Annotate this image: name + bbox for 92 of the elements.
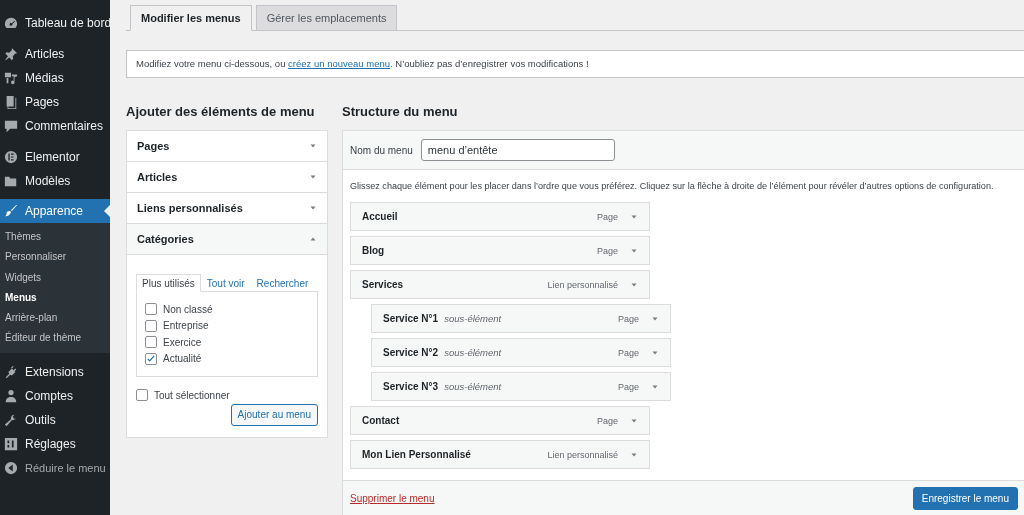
menu-item-title: Services	[362, 279, 404, 290]
pin-icon	[4, 47, 18, 61]
instructions-text: Glissez chaque élément pour les placer dans l’ordre que vous préférez. Cliquez sur la flèche à droite de l’élément pour révéler d’autres options de configuration.	[350, 180, 995, 192]
menu-item-type: Lien personnalisé	[547, 449, 618, 460]
circle-e-icon	[4, 150, 18, 164]
folder-icon	[4, 174, 18, 188]
section-heading: Structure du menu	[342, 103, 459, 121]
sidebar-item[interactable]: Elementor	[0, 145, 110, 169]
submenu-item[interactable]: Menus	[0, 287, 110, 309]
menu-item-title: Service N°3	[383, 381, 439, 392]
menu-item-type: Page	[617, 313, 639, 324]
accordion-header[interactable]: Catégories	[127, 224, 327, 255]
submenu-item[interactable]: Widgets	[0, 267, 110, 288]
menu-item-title: Service N°2	[383, 347, 439, 358]
tab[interactable]: Plus utilisés	[136, 274, 201, 292]
menu-item-type: Page	[596, 245, 618, 256]
accordion-header[interactable]: Pages	[127, 131, 327, 162]
menu-item-type: Page	[596, 211, 618, 222]
checkbox-label: Non classé	[163, 303, 213, 315]
checkbox-label: Tout sélectionner	[154, 389, 230, 401]
tab[interactable]: Modifier les menus	[130, 5, 252, 31]
submenu-item[interactable]: Personnaliser	[0, 247, 110, 268]
menu-item-type: Page	[617, 347, 639, 358]
plug-icon	[4, 364, 18, 379]
gauge-icon	[4, 16, 18, 30]
caret-icon	[309, 204, 317, 212]
checkbox-label: Actualité	[163, 353, 202, 365]
sidebar-item[interactable]: Articles	[0, 42, 110, 66]
save-menu-button[interactable]: Enregistrer le menu	[912, 486, 1018, 510]
section-heading: Ajouter des éléments de menu	[126, 103, 316, 121]
caret-icon	[309, 142, 317, 150]
caret-icon	[309, 173, 317, 181]
person-icon	[4, 388, 18, 403]
menu-item-subtitle: sous-élément	[444, 313, 502, 324]
create-menu-link[interactable]: créez un nouveau menu	[288, 58, 390, 69]
checkbox-label: Entreprise	[163, 320, 209, 332]
menu-item-title: Accueil	[362, 211, 398, 222]
pages-icon	[4, 95, 18, 109]
media-icon	[4, 71, 18, 85]
notice-text: Modifiez votre menu ci-dessous, ou créez un nouveau menu. N’oubliez pas d’enregistrer vos modifications !	[126, 50, 1024, 78]
menu-item-title: Contact	[362, 415, 400, 426]
menu-item-subtitle: sous-élément	[444, 347, 502, 358]
menu-item-bar[interactable]: Service N°1 sous-élément Page	[371, 304, 671, 333]
menu-item-bar[interactable]: Service N°2 sous-élément Page	[371, 338, 671, 367]
sidebar-item[interactable]: Pages	[0, 90, 110, 114]
checkbox[interactable]	[145, 319, 157, 332]
submenu-item[interactable]: Éditeur de thème	[0, 328, 110, 349]
menu-item-bar[interactable]: Blog Page	[350, 236, 650, 265]
menu-item-type: Lien personnalisé	[547, 279, 618, 290]
checkbox[interactable]	[145, 303, 157, 316]
collapse-menu-button[interactable]: Réduire le menu	[0, 455, 110, 480]
menu-item-bar[interactable]: Contact Page	[350, 406, 650, 435]
checkbox[interactable]	[136, 389, 148, 402]
submenu-item[interactable]: Thèmes	[0, 227, 110, 248]
sidebar-item[interactable]: Modèles	[0, 169, 110, 193]
speech-bubble-icon	[4, 119, 18, 133]
sidebar-item[interactable]: Tableau de bord	[0, 11, 110, 35]
sidebar-item[interactable]: Médias	[0, 66, 110, 90]
submenu-item[interactable]: Arrière-plan	[0, 308, 110, 329]
sliders-icon	[4, 436, 18, 451]
menu-item-bar[interactable]: Services Lien personnalisé	[350, 270, 650, 299]
brush-icon	[4, 204, 18, 218]
menu-item-bar[interactable]: Service N°3 sous-élément Page	[371, 372, 671, 401]
tab[interactable]: Gérer les emplacements	[255, 5, 398, 31]
sidebar-item[interactable]: Comptes	[0, 383, 110, 408]
checkbox[interactable]	[145, 352, 157, 365]
menu-item-title: Blog	[362, 245, 385, 256]
menu-item-title: Mon Lien Personnalisé	[362, 449, 471, 460]
menu-item-title: Service N°1	[383, 313, 439, 324]
sidebar-item[interactable]: Réglages	[0, 431, 110, 456]
checkbox-label: Exercice	[163, 336, 202, 348]
accordion-header[interactable]: Articles	[127, 162, 327, 193]
delete-menu-link[interactable]: Supprimer le menu	[350, 492, 435, 504]
sidebar-item[interactable]: Extensions	[0, 359, 110, 384]
caret-icon	[309, 235, 317, 243]
menu-item-type: Page	[596, 415, 618, 426]
collapse-icon	[4, 460, 18, 475]
sidebar-item[interactable]: Outils	[0, 407, 110, 432]
wrench-icon	[4, 412, 18, 427]
menu-item-type: Page	[617, 381, 639, 392]
current-indicator	[104, 205, 110, 217]
sidebar-item[interactable]: Commentaires	[0, 114, 110, 138]
field-label: Nom du menu	[350, 144, 413, 156]
menu-item-bar[interactable]: Mon Lien Personnalisé Lien personnalisé	[350, 440, 650, 469]
tab[interactable]: Rechercher	[250, 274, 315, 291]
menu-item-bar[interactable]: Accueil Page	[350, 202, 650, 231]
menu-item-subtitle: sous-élément	[444, 381, 502, 392]
tab[interactable]: Tout voir	[200, 274, 251, 291]
checkbox[interactable]	[145, 336, 157, 349]
sidebar-item[interactable]: Apparence	[0, 199, 110, 223]
add-to-menu-button[interactable]: Ajouter au menu	[230, 403, 318, 426]
menu-name-field[interactable]: menu d’entête	[420, 139, 615, 161]
